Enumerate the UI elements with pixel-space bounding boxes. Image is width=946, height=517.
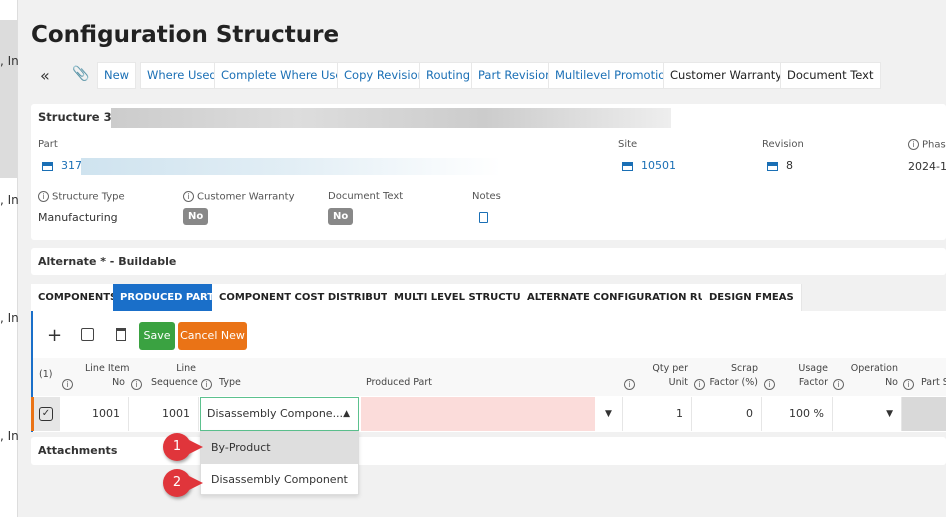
info-icon[interactable]: i <box>624 377 638 390</box>
left-sidebar: , In , In , In , In <box>0 0 18 517</box>
revision-label: Revision <box>762 139 804 150</box>
new-button[interactable]: New <box>97 62 137 89</box>
option-by-product[interactable]: By-Product <box>201 432 358 464</box>
info-icon[interactable]: i <box>833 377 847 390</box>
tab-design-fmeas[interactable]: DESIGN FMEAS <box>702 284 802 311</box>
multilevel-promotion-button[interactable]: Multilevel Promotion <box>548 62 680 89</box>
revision-icon <box>767 161 778 171</box>
qty-per-unit-cell[interactable]: 1 <box>623 397 692 431</box>
tab-component-cost-distribution[interactable]: COMPONENT COST DISTRIBUTION <box>212 284 417 311</box>
document-text-label: Document Text <box>328 191 404 202</box>
sidebar-text[interactable]: , In <box>0 193 18 207</box>
col-qty-per-unit[interactable]: Qty per Unit <box>648 362 688 390</box>
part-s-cell <box>902 397 946 431</box>
part-field[interactable]: 317 <box>42 159 82 172</box>
page-title: Configuration Structure <box>31 22 340 48</box>
phase-label: i Phas <box>908 139 946 151</box>
type-select[interactable]: Disassembly Compone... ▲ <box>200 397 359 431</box>
col-part-s[interactable]: Part S <box>921 376 946 390</box>
cancel-new-button[interactable]: Cancel New <box>178 322 247 350</box>
line-item-no-cell[interactable]: 1001 <box>60 397 129 431</box>
part-icon <box>42 161 53 171</box>
document-text-badge: No <box>328 208 354 225</box>
structure-type-label: i Structure Type <box>38 191 125 203</box>
tab-components[interactable]: COMPONENTS <box>31 284 126 311</box>
caret-down-icon[interactable]: ▼ <box>595 397 623 431</box>
sidebar-text[interactable]: , In <box>0 311 18 325</box>
notes-label: Notes <box>472 191 501 202</box>
redacted-bar <box>111 108 671 128</box>
caret-up-icon: ▲ <box>343 409 350 419</box>
col-usage-factor[interactable]: Usage Factor <box>788 362 828 390</box>
part-revision-button[interactable]: Part Revision <box>471 62 560 89</box>
callout-marker-1: 1 <box>163 433 203 461</box>
collapse-icon[interactable]: « <box>40 66 50 85</box>
sidebar-text[interactable]: , In <box>0 54 18 68</box>
phase-value: 2024-11 <box>908 160 946 173</box>
line-sequence-cell[interactable]: 1001 <box>129 397 199 431</box>
type-dropdown: By-Product Disassembly Component <box>200 431 359 495</box>
site-label: Site <box>618 139 638 150</box>
alternate-header[interactable]: Alternate * - Buildable <box>31 248 946 275</box>
document-text-button[interactable]: Document Text <box>780 62 881 89</box>
site-field[interactable]: 10501 <box>622 159 676 172</box>
paperclip-icon[interactable]: 📎 <box>72 66 89 82</box>
info-icon[interactable]: i <box>183 191 194 202</box>
col-scrap-factor[interactable]: Scrap Factor (%) <box>706 362 758 390</box>
info-icon[interactable]: i <box>903 377 917 390</box>
info-icon[interactable]: i <box>201 377 215 390</box>
copy-revision-button[interactable]: Copy Revision <box>337 62 432 89</box>
structure-type-value: Manufacturing <box>38 211 118 224</box>
customer-warranty-label: i Customer Warranty <box>183 191 294 203</box>
callout-marker-2: 2 <box>163 469 203 497</box>
save-button[interactable]: Save <box>139 322 175 350</box>
customer-warranty-button[interactable]: Customer Warranty <box>663 62 790 89</box>
operation-no-select[interactable]: ▼ <box>833 397 902 431</box>
add-icon[interactable]: + <box>47 325 62 346</box>
site-value[interactable]: 10501 <box>641 159 676 172</box>
sidebar-text[interactable]: , In <box>0 429 18 443</box>
option-disassembly-component[interactable]: Disassembly Component <box>201 464 358 495</box>
col-line-sequence[interactable]: Line Sequence <box>151 362 198 390</box>
col-produced-part[interactable]: Produced Part <box>366 376 432 390</box>
col-type[interactable]: Type <box>219 376 241 390</box>
row-select[interactable]: ✓ <box>34 397 60 431</box>
part-value[interactable]: 317 <box>61 159 82 172</box>
routing-button[interactable]: Routing <box>419 62 478 89</box>
info-icon[interactable]: i <box>62 377 76 390</box>
produced-part-input[interactable] <box>361 397 595 431</box>
notes-icon[interactable] <box>479 212 488 223</box>
info-icon[interactable]: i <box>764 377 778 390</box>
header-card: Structure 317 Part 317 Site 10501 Revisi… <box>31 104 946 240</box>
usage-factor-cell[interactable]: 100 % <box>762 397 833 431</box>
revision-value: 8 <box>786 159 793 172</box>
scrap-factor-cell[interactable]: 0 <box>692 397 762 431</box>
site-icon <box>622 161 633 171</box>
delete-icon[interactable] <box>116 328 126 341</box>
info-icon[interactable]: i <box>38 191 49 202</box>
revision-field[interactable]: 8 <box>767 159 793 172</box>
part-label: Part <box>38 139 58 150</box>
type-value: Disassembly Compone... <box>207 407 344 420</box>
selected-count: (1) <box>39 369 53 380</box>
complete-where-used-button[interactable]: Complete Where Used <box>214 62 357 89</box>
col-operation-no[interactable]: Operation No <box>850 362 898 390</box>
info-icon[interactable]: i <box>908 139 919 150</box>
customer-warranty-badge: No <box>183 208 209 225</box>
info-icon[interactable]: i <box>131 377 145 390</box>
col-line-item-no[interactable]: Line Item No <box>85 362 129 390</box>
duplicate-icon[interactable] <box>81 328 94 341</box>
table-header: (1) i Line Item No i Line Sequence i Type … <box>33 358 946 396</box>
where-used-button[interactable]: Where Used <box>140 62 224 89</box>
redacted-bar <box>81 158 501 175</box>
